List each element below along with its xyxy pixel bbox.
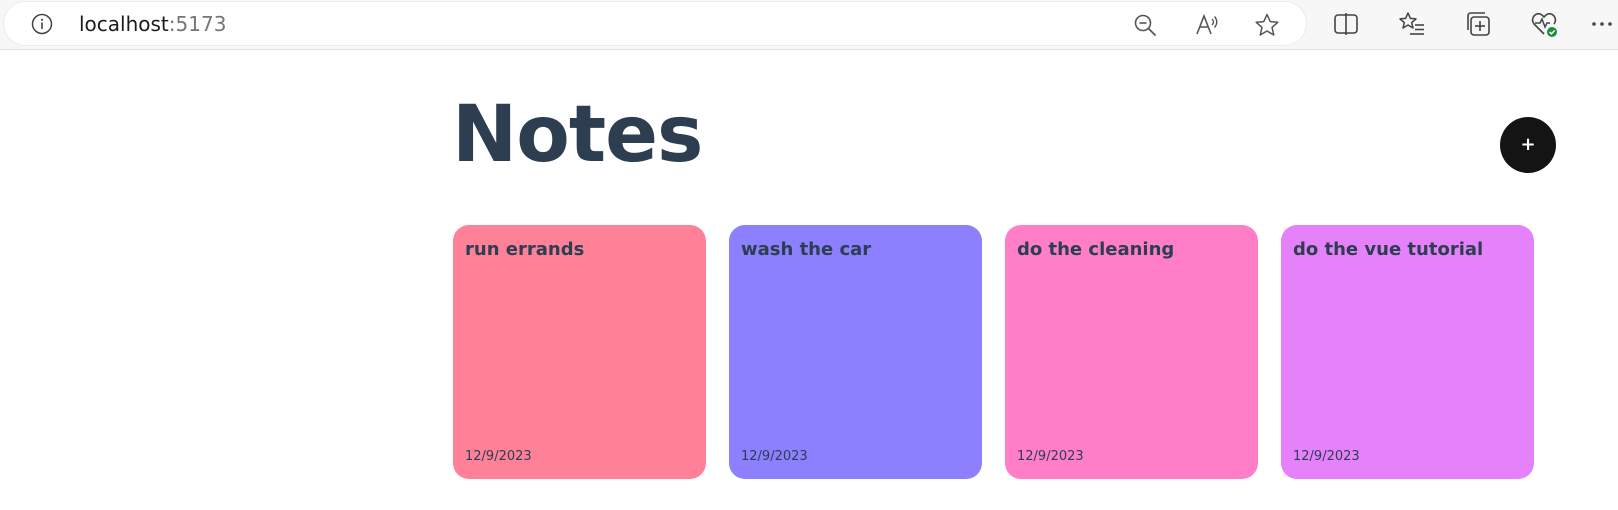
- url-host: localhost: [79, 12, 169, 36]
- note-date: 12/9/2023: [465, 449, 532, 464]
- read-aloud-icon[interactable]: [1194, 12, 1220, 38]
- note-date: 12/9/2023: [1293, 449, 1360, 464]
- collections-icon[interactable]: [1464, 10, 1492, 38]
- note-title: do the vue tutorial: [1293, 239, 1484, 260]
- url-port: :5173: [168, 12, 227, 36]
- note-date: 12/9/2023: [1017, 449, 1084, 464]
- note-title: do the cleaning: [1017, 239, 1175, 260]
- page-title: Notes: [452, 90, 703, 180]
- more-icon[interactable]: [1590, 10, 1618, 38]
- note-card[interactable]: do the cleaning 12/9/2023: [1005, 225, 1258, 479]
- note-date: 12/9/2023: [741, 449, 808, 464]
- notes-grid: run errands 12/9/2023 wash the car 12/9/…: [453, 225, 1534, 481]
- note-card[interactable]: run errands 12/9/2023: [453, 225, 706, 479]
- add-note-button[interactable]: +: [1500, 117, 1556, 173]
- browser-toolbar: localhost:5173: [0, 0, 1618, 50]
- split-screen-icon[interactable]: [1332, 10, 1360, 38]
- info-icon[interactable]: [31, 13, 53, 35]
- url-text[interactable]: localhost:5173: [79, 12, 226, 36]
- note-title: wash the car: [741, 239, 872, 260]
- note-card[interactable]: do the vue tutorial 12/9/2023: [1281, 225, 1534, 479]
- favorites-list-icon[interactable]: [1398, 10, 1426, 38]
- note-title: run errands: [465, 239, 585, 260]
- star-icon[interactable]: [1254, 12, 1280, 38]
- browser-essentials-icon[interactable]: [1530, 10, 1558, 38]
- zoom-out-icon[interactable]: [1132, 12, 1158, 38]
- note-card[interactable]: wash the car 12/9/2023: [729, 225, 982, 479]
- address-bar[interactable]: localhost:5173: [4, 2, 1306, 45]
